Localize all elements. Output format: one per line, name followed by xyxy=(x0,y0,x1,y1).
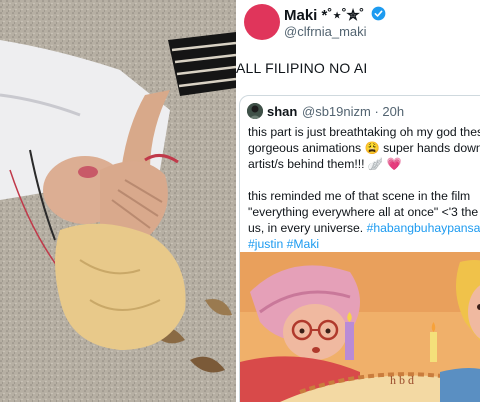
quote-line-blank xyxy=(248,172,480,188)
hashtag-link[interactable]: #Maki xyxy=(287,237,320,251)
hashtag-row: #justin #Maki xyxy=(248,236,480,252)
author-name[interactable]: Maki *˚⋆˚✮˚ xyxy=(284,6,364,24)
quote-meta: @sb19nizm · 20h xyxy=(302,104,404,119)
quote-avatar-image xyxy=(247,103,263,119)
verified-badge-icon xyxy=(371,6,386,21)
quote-line: this reminded me of that scene in the fi… xyxy=(248,189,471,203)
hashtag-link[interactable]: #justin xyxy=(248,237,283,251)
tweet-card: Maki *˚⋆˚✮˚ @clfrnia_maki ALL FILIPINO N… xyxy=(236,0,480,402)
photo-illustration xyxy=(0,0,236,402)
quoted-tweet[interactable]: shan @sb19nizm · 20h this part is just b… xyxy=(239,95,480,402)
quote-author-avatar[interactable] xyxy=(247,103,263,119)
quote-author-name[interactable]: shan xyxy=(267,104,297,119)
meta-separator: · xyxy=(370,104,383,119)
cake-lettering: h b d xyxy=(390,373,414,387)
quote-author-handle[interactable]: @sb19nizm xyxy=(302,104,371,119)
quote-line-with-hashtag: us, in every universe. #habangbuhaypansa… xyxy=(248,220,480,236)
quote-media-illustration[interactable]: h b d xyxy=(240,252,480,402)
quote-line: "everything everywhere all at once" <'3 … xyxy=(248,205,480,219)
hashtag-link[interactable]: #habangbuhaypansam xyxy=(367,221,480,235)
author-handle[interactable]: @clfrnia_maki xyxy=(284,24,367,39)
photo-person-lying xyxy=(0,0,236,402)
quote-line: gorgeous animations 😩 super hands down xyxy=(248,141,480,155)
author-avatar[interactable] xyxy=(244,4,280,40)
quote-line: us, in every universe. xyxy=(248,221,364,235)
animation-still: h b d xyxy=(240,252,480,402)
tweet-text: ALL FILIPINO NO AI xyxy=(236,60,368,76)
quote-line: this part is just breathtaking oh my god… xyxy=(248,125,480,139)
quote-time[interactable]: 20h xyxy=(382,104,404,119)
quote-line: artist/s behind them!!! 🪽 💗 xyxy=(248,157,402,171)
quote-text: this part is just breathtaking oh my god… xyxy=(248,124,480,252)
